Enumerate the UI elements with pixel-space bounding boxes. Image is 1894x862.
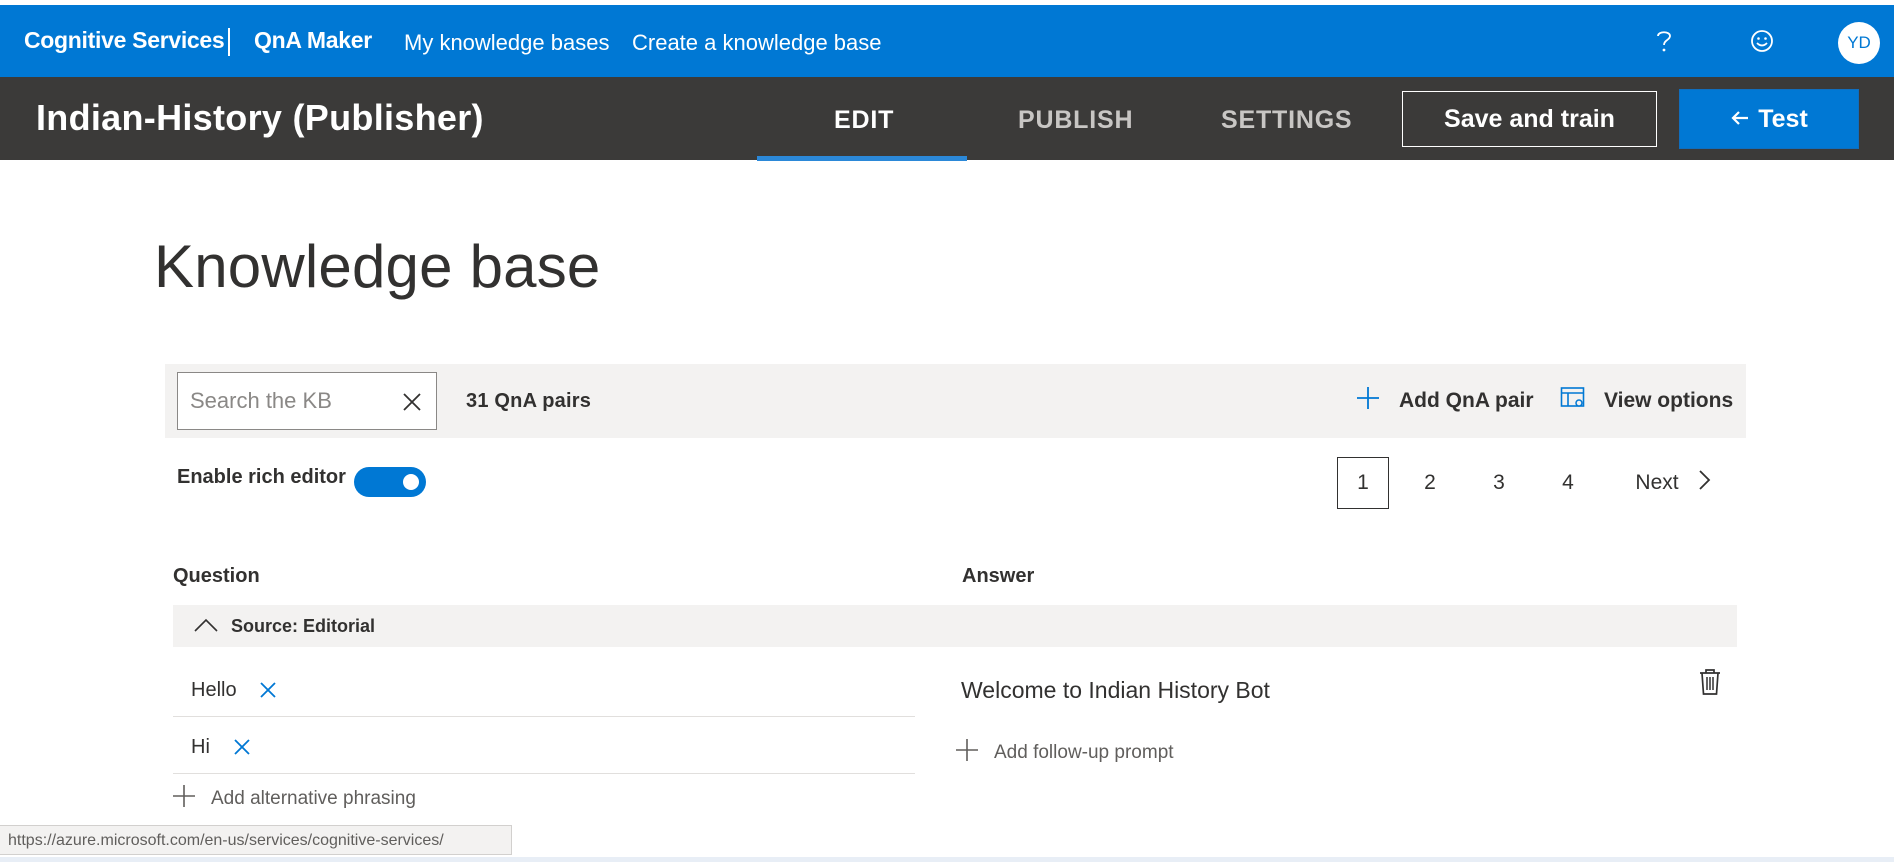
add-follow-up-prompt-label: Add follow-up prompt (994, 742, 1174, 763)
add-alternative-phrasing-label: Add alternative phrasing (211, 788, 416, 809)
toggle-knob (403, 474, 419, 490)
trash-icon[interactable] (1697, 668, 1723, 696)
question-column-header: Question (173, 565, 260, 587)
plus-icon (954, 737, 980, 769)
view-options-icon (1560, 386, 1586, 416)
add-qna-pair-button[interactable]: Add QnA pair (1355, 382, 1534, 420)
kb-toolbar: 31 QnA pairs Add QnA pair View options (165, 364, 1746, 438)
top-nav-bar: Cognitive Services QnA Maker My knowledg… (0, 5, 1894, 77)
kb-header-bar: Indian-History (Publisher) EDIT PUBLISH … (0, 77, 1894, 161)
question-text[interactable]: Hello (191, 679, 237, 702)
search-input[interactable] (190, 385, 390, 417)
remove-phrase-icon[interactable] (231, 736, 253, 758)
status-url-bar: https://azure.microsoft.com/en-us/servic… (0, 825, 512, 855)
view-options-label: View options (1604, 389, 1734, 412)
kb-title: Indian-History (Publisher) (36, 97, 484, 138)
page-2-button[interactable]: 2 (1416, 457, 1444, 509)
question-phrase: Hi (173, 718, 915, 774)
window-bottom-edge (0, 857, 1894, 862)
next-page-label: Next (1635, 471, 1679, 494)
question-icon[interactable] (1646, 23, 1682, 59)
avatar[interactable]: YD (1838, 22, 1880, 64)
rich-editor-label: Enable rich editor (177, 466, 346, 488)
brand-separator (228, 28, 230, 56)
next-page-button[interactable]: Next (1628, 457, 1718, 509)
search-box (177, 372, 437, 430)
source-label: Source: Editorial (231, 616, 376, 636)
product-link[interactable]: QnA Maker (254, 27, 372, 54)
plus-icon (171, 783, 197, 815)
view-options-button[interactable]: View options (1560, 382, 1733, 420)
tab-edit[interactable]: EDIT (834, 106, 894, 135)
tab-publish[interactable]: PUBLISH (1018, 106, 1133, 135)
question-phrase: Hello (173, 661, 915, 717)
tab-settings[interactable]: SETTINGS (1221, 106, 1352, 135)
qna-pair-count: 31 QnA pairs (466, 390, 592, 412)
active-tab-indicator (757, 156, 967, 161)
page-4-button[interactable]: 4 (1554, 457, 1582, 509)
brand-link[interactable]: Cognitive Services (24, 27, 225, 54)
page-1-button[interactable]: 1 (1337, 457, 1389, 509)
smiley-icon[interactable] (1744, 23, 1780, 59)
arrow-left-icon (1730, 105, 1750, 134)
remove-phrase-icon[interactable] (257, 679, 279, 701)
nav-create-knowledge-base[interactable]: Create a knowledge base (632, 30, 882, 56)
close-icon[interactable] (400, 390, 424, 414)
source-group-header: Source: Editorial (173, 605, 1737, 647)
rich-editor-toggle[interactable] (354, 467, 426, 497)
chevron-right-icon (1697, 469, 1711, 497)
save-and-train-label: Save and train (1444, 104, 1615, 133)
save-and-train-button[interactable]: Save and train (1402, 91, 1657, 147)
add-qna-pair-label: Add QnA pair (1399, 389, 1534, 412)
plus-icon (1355, 385, 1381, 417)
question-text[interactable]: Hi (191, 736, 210, 759)
add-follow-up-prompt-link[interactable]: Add follow-up prompt (954, 737, 1174, 769)
answer-column-header: Answer (962, 565, 1035, 587)
test-label: Test (1758, 104, 1808, 133)
nav-my-knowledge-bases[interactable]: My knowledge bases (404, 30, 609, 56)
page-3-button[interactable]: 3 (1485, 457, 1513, 509)
test-button[interactable]: Test (1679, 89, 1859, 149)
add-alternative-phrasing-link[interactable]: Add alternative phrasing (171, 783, 416, 815)
page-title: Knowledge base (154, 233, 601, 300)
chevron-up-icon[interactable] (193, 614, 219, 638)
answer-text[interactable]: Welcome to Indian History Bot (961, 677, 1270, 704)
